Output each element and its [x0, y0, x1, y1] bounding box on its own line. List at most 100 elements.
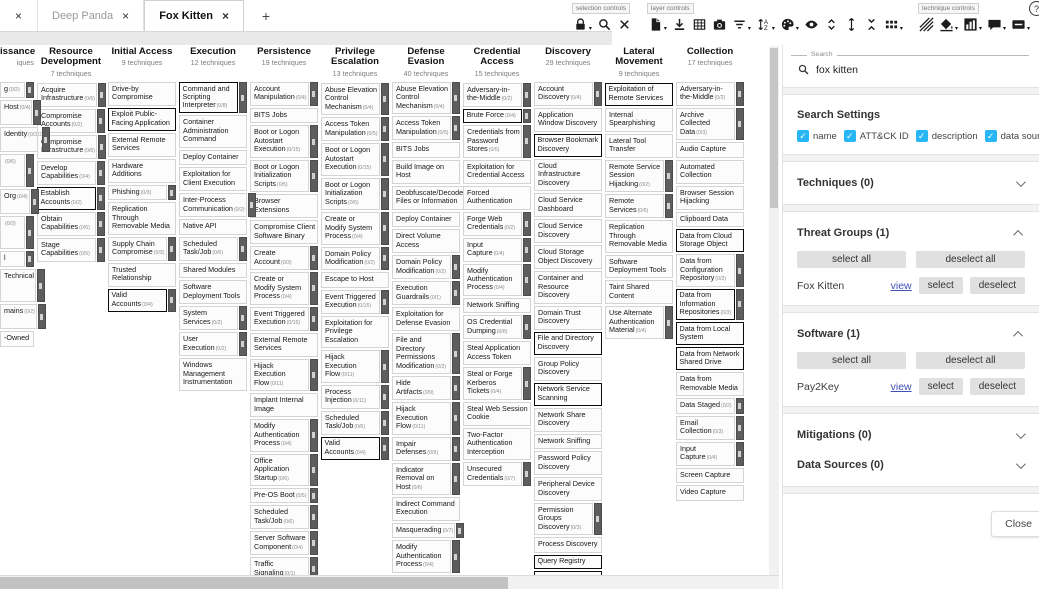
- subtechniques-handle[interactable]: [452, 376, 460, 400]
- technique-cell[interactable]: Indicator Removal on Host(0/6): [392, 463, 460, 495]
- subtechniques-handle[interactable]: [37, 269, 45, 302]
- technique-cell[interactable]: Escape to Host: [321, 272, 389, 287]
- view-link[interactable]: view: [891, 280, 912, 292]
- technique-cell[interactable]: Hide Artifacts(0/9): [392, 376, 460, 400]
- tab-fox-kitten[interactable]: Fox Kitten ×: [144, 0, 244, 31]
- subtechniques-handle[interactable]: [239, 306, 247, 330]
- technique-cell[interactable]: Office Application Startup(0/6): [250, 454, 318, 486]
- technique-cell[interactable]: Data from Cloud Storage Object: [676, 229, 744, 252]
- subtechniques-handle[interactable]: [736, 442, 744, 466]
- technique-cell[interactable]: Acquire Infrastructure(0/6): [37, 83, 105, 107]
- technique-cell[interactable]: Browser Session Hijacking: [676, 186, 744, 210]
- tactic-header[interactable]: Discovery29 techniques: [534, 47, 602, 77]
- subtechniques-handle[interactable]: [665, 160, 673, 192]
- subtechniques-handle[interactable]: [594, 82, 602, 106]
- technique-cell[interactable]: Network Sniffing: [534, 434, 602, 449]
- technique-cell[interactable]: Data from Local System: [676, 322, 744, 345]
- sort-icon[interactable]: AZ▾: [755, 16, 776, 33]
- collapse-subtechniques-icon[interactable]: [823, 16, 840, 33]
- checkbox-attck-id[interactable]: ✓ATT&CK ID: [844, 130, 909, 142]
- tactic-header[interactable]: Privilege Escalation13 techniques: [321, 47, 389, 78]
- technique-cell[interactable]: Boot or Logon Initialization Scripts(0/5…: [250, 160, 318, 192]
- subtechniques-handle[interactable]: [381, 117, 389, 141]
- technique-cell[interactable]: Exploit Public-Facing Application: [108, 108, 176, 131]
- checkbox-icon[interactable]: ✓: [916, 130, 928, 142]
- subtechniques-handle[interactable]: [452, 281, 460, 305]
- deselect-all-button[interactable]: deselect all: [916, 251, 1025, 268]
- technique-cell[interactable]: Account Manipulation(0/4): [250, 82, 318, 106]
- subtechniques-handle[interactable]: [310, 557, 318, 575]
- technique-cell[interactable]: Data from Removable Media: [676, 372, 744, 396]
- close-icon[interactable]: ×: [15, 10, 22, 22]
- subtechniques-handle[interactable]: [168, 289, 176, 312]
- technique-cell[interactable]: Exploitation for Credential Access: [463, 160, 531, 184]
- technique-cell[interactable]: File and Directory Permissions Modificat…: [392, 333, 460, 374]
- subtechniques-handle[interactable]: [239, 82, 247, 113]
- technique-cell[interactable]: Shared Modules: [179, 263, 247, 278]
- technique-cell[interactable]: Steal or Forge Kerberos Tickets(0/4): [463, 367, 531, 399]
- technique-cell[interactable]: Data Staged(0/2): [676, 398, 744, 413]
- technique-cell[interactable]: Implant Internal Image: [250, 393, 318, 417]
- subtechniques-handle[interactable]: [381, 411, 389, 435]
- subtechniques-handle[interactable]: [736, 82, 744, 106]
- technique-cell[interactable]: Exploitation for Defense Evasion: [392, 307, 460, 331]
- chevron-down-icon[interactable]: [1016, 429, 1026, 439]
- chevron-up-icon[interactable]: [1013, 229, 1023, 239]
- technique-cell[interactable]: Hardware Additions: [108, 159, 176, 183]
- checkbox-description[interactable]: ✓description: [916, 130, 978, 142]
- technique-cell[interactable]: Indirect Command Execution: [392, 497, 460, 521]
- scrollbar-thumb[interactable]: [770, 48, 778, 208]
- help-icon[interactable]: ?: [1029, 1, 1039, 16]
- technique-cell[interactable]: Execution Guardrails(0/1): [392, 281, 460, 305]
- camera-icon[interactable]: [711, 16, 728, 33]
- section-mitigations[interactable]: Mitigations (0): [783, 420, 1039, 450]
- technique-cell[interactable]: Supply Chain Compromise(0/3): [108, 237, 176, 261]
- subtechniques-handle[interactable]: [26, 154, 34, 187]
- technique-cell[interactable]: BITS Jobs: [392, 142, 460, 157]
- subtechniques-handle[interactable]: [523, 367, 531, 399]
- technique-cell[interactable]: BITS Jobs: [250, 108, 318, 123]
- matrix-layout-icon[interactable]: ▾: [883, 16, 904, 33]
- subtechniques-handle[interactable]: [42, 127, 50, 152]
- subtechniques-handle[interactable]: [665, 194, 673, 218]
- scrollbar-thumb[interactable]: [0, 577, 508, 589]
- tactic-header[interactable]: Lateral Movement9 techniques: [605, 47, 673, 78]
- technique-cell[interactable]: Internal Spearphishing: [605, 108, 673, 132]
- technique-cell[interactable]: Network Share Discovery: [534, 408, 602, 432]
- technique-cell[interactable]: Remote Service Session Hijacking(0/2): [605, 160, 673, 192]
- search-input[interactable]: fox kitten: [816, 64, 858, 76]
- subtechniques-handle[interactable]: [26, 82, 34, 98]
- technique-cell[interactable]: Inter-Process Communication(0/2): [179, 193, 247, 217]
- subtechniques-handle[interactable]: [456, 523, 464, 538]
- technique-cell[interactable]: Native API: [179, 219, 247, 234]
- subtechniques-handle[interactable]: [665, 306, 673, 338]
- section-techniques[interactable]: Techniques (0): [783, 168, 1039, 198]
- subtechniques-handle[interactable]: [381, 385, 389, 409]
- tactic-header[interactable]: Credential Access15 techniques: [463, 47, 531, 78]
- tactic-header[interactable]: issanceiques: [0, 47, 34, 77]
- close-icon[interactable]: ×: [122, 10, 129, 22]
- subtechniques-handle[interactable]: [381, 290, 389, 314]
- technique-cell[interactable]: Org(0/4): [0, 189, 34, 214]
- subtechniques-handle[interactable]: [736, 398, 744, 413]
- section-software[interactable]: Software (1): [783, 319, 1039, 349]
- subtechniques-handle[interactable]: [381, 437, 389, 460]
- checkbox-name[interactable]: ✓name: [797, 130, 837, 142]
- subtechniques-handle[interactable]: [523, 462, 531, 486]
- subtechniques-handle[interactable]: [310, 454, 318, 486]
- technique-cell[interactable]: Compromise Client Software Binary: [250, 220, 318, 244]
- search-icon[interactable]: [596, 16, 613, 33]
- subtechniques-handle[interactable]: [97, 161, 105, 185]
- subtechniques-handle[interactable]: [452, 255, 460, 279]
- subtechniques-handle[interactable]: [523, 125, 531, 157]
- technique-cell[interactable]: Event Triggered Execution(0/15): [250, 307, 318, 331]
- subtechniques-handle[interactable]: [381, 178, 389, 210]
- technique-cell[interactable]: Network Service Scanning: [534, 383, 602, 406]
- technique-cell[interactable]: Obtain Capabilities(0/6): [37, 212, 105, 236]
- collapse-all-icon[interactable]: [863, 16, 880, 33]
- technique-cell[interactable]: Data from Network Shared Drive: [676, 347, 744, 370]
- clear-format-icon[interactable]: ▾: [1010, 16, 1031, 33]
- subtechniques-handle[interactable]: [38, 304, 46, 329]
- technique-cell[interactable]: Boot or Logon Autostart Execution(0/15): [321, 143, 389, 175]
- technique-cell[interactable]: Drive-by Compromise: [108, 82, 176, 106]
